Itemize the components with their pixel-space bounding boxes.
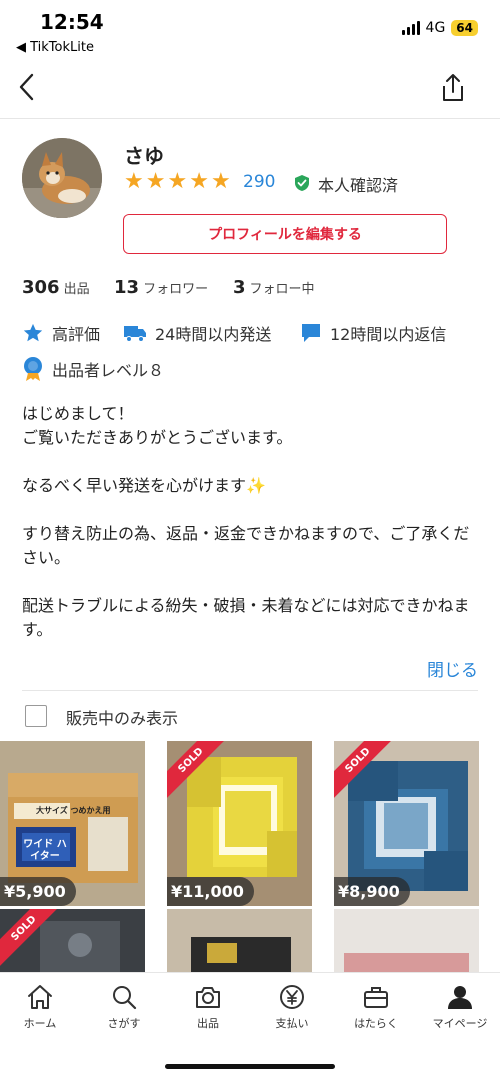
nav-divider <box>0 118 500 119</box>
back-button[interactable] <box>16 72 38 102</box>
item-price: ¥5,900 <box>0 877 76 906</box>
back-to-app-link[interactable]: ◀ TikTokLite <box>16 40 94 55</box>
tab-sell[interactable]: 出品 <box>166 983 250 1031</box>
share-icon <box>443 74 463 101</box>
tab-label: ホーム <box>23 1017 57 1030</box>
badge-seller-level: 出品者レベル８ <box>22 356 164 382</box>
tab-label: はたらく <box>354 1017 398 1030</box>
item-box-text: 大サイズ つめかえ用 <box>36 806 111 815</box>
rating-count-link[interactable]: 290 <box>243 172 275 192</box>
profile-bio: はじめまして！ ご覧いただきありがとうございます。 なるべく早い発送を心がけます… <box>22 404 470 639</box>
stat-value: 13 <box>114 277 140 298</box>
star-icon: ★ <box>189 169 209 194</box>
item-image <box>334 909 479 972</box>
badge-reply: 12時間以内返信 <box>300 321 446 345</box>
rating-stars[interactable]: ★ ★ ★ ★ ★ <box>124 170 231 194</box>
truck-icon <box>124 326 146 342</box>
battery-icon: 64 <box>451 20 478 36</box>
tab-payment[interactable]: 支払い <box>250 983 334 1031</box>
star-icon: ★ <box>145 169 166 194</box>
badge-high-rating: 高評価 <box>22 321 100 345</box>
tab-label: 出品 <box>197 1017 219 1030</box>
briefcase-icon <box>364 987 388 1008</box>
tab-label: さがす <box>107 1017 141 1030</box>
search-icon <box>113 986 137 1010</box>
home-icon <box>28 985 52 1009</box>
item-tile[interactable]: SOLD <box>0 909 145 972</box>
stat-value: 306 <box>22 277 60 298</box>
on-sale-only-checkbox[interactable] <box>25 705 47 727</box>
user-name: さゆ <box>124 144 164 168</box>
signal-icon <box>401 21 420 35</box>
stat-following[interactable]: 3 フォロー中 <box>233 277 315 298</box>
stat-label: 出品 <box>63 282 90 297</box>
tab-work[interactable]: はたらく <box>334 983 418 1031</box>
status-indicators: 4G 64 <box>401 20 478 36</box>
item-tile[interactable] <box>334 909 479 972</box>
star-icon: ★ <box>124 169 144 194</box>
item-price: ¥11,000 <box>167 877 254 906</box>
verified-label: 本人確認済 <box>318 176 399 195</box>
status-time: 12:54 <box>40 10 104 34</box>
edit-profile-button[interactable]: プロフィールを編集する <box>123 214 447 254</box>
yen-icon <box>280 985 304 1009</box>
close-bio-link[interactable]: 閉じる <box>427 656 478 681</box>
badge-label: 高評価 <box>52 325 101 344</box>
chat-icon <box>302 324 320 342</box>
tab-label: 支払い <box>275 1017 309 1030</box>
section-divider <box>22 690 478 691</box>
on-sale-only-label[interactable]: 販売中のみ表示 <box>66 705 178 729</box>
item-tile[interactable]: 大サイズ つめかえ用 ワイド ハイター ¥5,900 <box>0 741 145 906</box>
star-icon: ★ <box>210 169 231 194</box>
person-icon <box>448 986 472 1009</box>
item-tile[interactable]: SOLD ¥11,000 <box>167 741 312 906</box>
tab-home[interactable]: ホーム <box>0 983 82 1031</box>
verified-check-icon <box>293 174 311 192</box>
stat-label: フォロー中 <box>249 282 315 297</box>
badge-shipping: 24時間以内発送 <box>123 321 271 345</box>
item-image <box>167 909 312 972</box>
camera-icon <box>196 987 220 1008</box>
home-indicator <box>165 1064 335 1069</box>
badge-label: 24時間以内発送 <box>155 325 272 344</box>
stat-value: 3 <box>233 277 246 298</box>
share-button[interactable] <box>440 72 466 104</box>
tab-search[interactable]: さがす <box>82 983 166 1031</box>
stat-label: フォロワー <box>143 282 209 297</box>
medal-icon <box>24 357 42 381</box>
item-tile[interactable] <box>167 909 312 972</box>
stat-followers[interactable]: 13 フォロワー <box>114 277 208 298</box>
item-price: ¥8,900 <box>334 877 410 906</box>
stat-listings[interactable]: 306 出品 <box>22 277 90 298</box>
star-icon: ★ <box>167 169 188 194</box>
network-type: 4G <box>425 20 446 36</box>
badge-label: 12時間以内返信 <box>330 325 447 344</box>
tab-mypage[interactable]: マイページ <box>418 983 500 1031</box>
badge-label: 出品者レベル８ <box>52 361 165 380</box>
tab-label: マイページ <box>432 1017 488 1030</box>
avatar[interactable] <box>22 138 102 218</box>
star-badge-icon <box>23 323 43 342</box>
item-tile[interactable]: SOLD ¥8,900 <box>334 741 479 906</box>
item-brand-text: ワイド ハイター <box>23 839 67 862</box>
